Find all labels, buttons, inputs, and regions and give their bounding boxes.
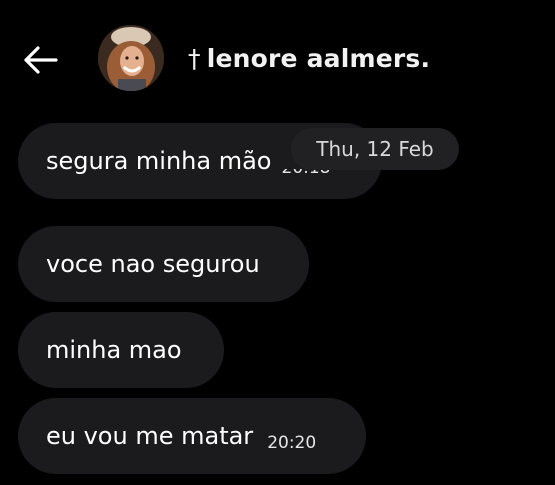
chat-screen: †lenore aalmers. segura minha mão 20:18 … xyxy=(0,0,555,485)
message-text: segura minha mão xyxy=(46,147,272,175)
message-time: 20:20 xyxy=(267,433,317,453)
back-button[interactable] xyxy=(20,40,60,80)
profile-photo xyxy=(98,25,164,91)
message-bubble[interactable]: minha mao xyxy=(18,312,224,388)
avatar[interactable] xyxy=(98,25,164,91)
message-text: eu vou me matar xyxy=(46,422,254,450)
name-prefix-glyph: † xyxy=(188,44,201,73)
message-bubble[interactable]: voce nao segurou xyxy=(18,226,309,302)
message-bubble[interactable]: eu vou me matar 20:20 xyxy=(18,398,366,474)
contact-name-text: lenore aalmers. xyxy=(206,44,431,73)
message-text: voce nao segurou xyxy=(46,250,260,278)
arrow-left-icon xyxy=(24,46,58,74)
message-text: minha mao xyxy=(46,336,182,364)
contact-name[interactable]: † lenore aalmers. xyxy=(188,44,430,73)
date-separator: Thu, 12 Feb xyxy=(291,128,459,170)
